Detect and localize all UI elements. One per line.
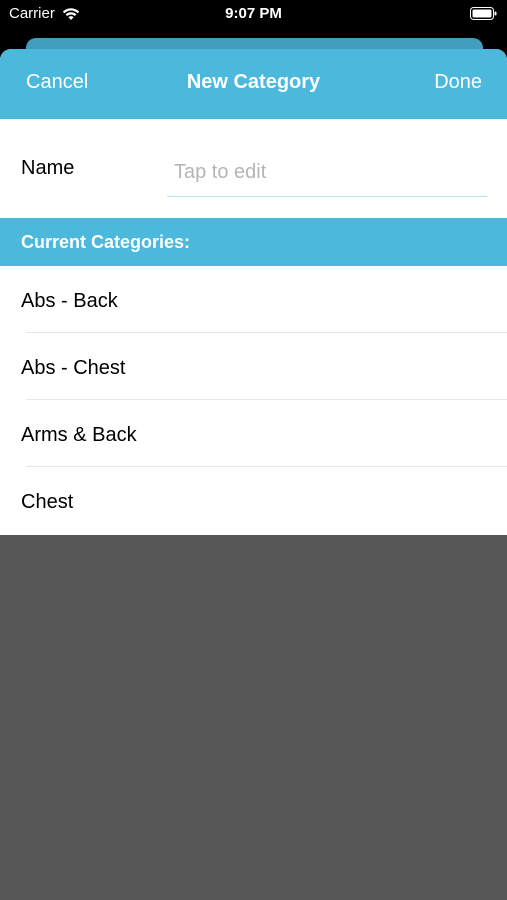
current-categories-header: Current Categories: xyxy=(0,218,507,266)
list-item-label: Chest xyxy=(21,491,74,513)
name-label: Name xyxy=(21,157,75,179)
done-button[interactable]: Done xyxy=(434,71,482,94)
list-item[interactable]: Abs - Chest xyxy=(0,333,507,400)
list-item[interactable]: Chest xyxy=(0,467,507,534)
list-item[interactable]: Abs - Back xyxy=(0,266,507,333)
list-item-label: Abs - Chest xyxy=(21,357,126,379)
category-list: Abs - Back Abs - Chest Arms & Back Chest xyxy=(0,266,507,534)
new-category-sheet: Cancel New Category Done Name Current Ca… xyxy=(0,49,507,535)
list-item-label: Abs - Back xyxy=(21,290,118,312)
navigation-bar: Cancel New Category Done xyxy=(0,49,507,119)
battery-icon xyxy=(470,7,497,20)
list-item[interactable]: Arms & Back xyxy=(0,400,507,467)
name-row: Name xyxy=(0,119,507,218)
status-time: 9:07 PM xyxy=(225,5,282,22)
list-item-label: Arms & Back xyxy=(21,424,137,446)
dimmed-background[interactable] xyxy=(0,535,507,900)
screen: Carrier 9:07 PM Cancel New Category Done… xyxy=(0,0,507,900)
page-title: New Category xyxy=(186,71,321,93)
status-bar: Carrier 9:07 PM xyxy=(0,0,507,30)
name-input[interactable] xyxy=(167,149,487,197)
